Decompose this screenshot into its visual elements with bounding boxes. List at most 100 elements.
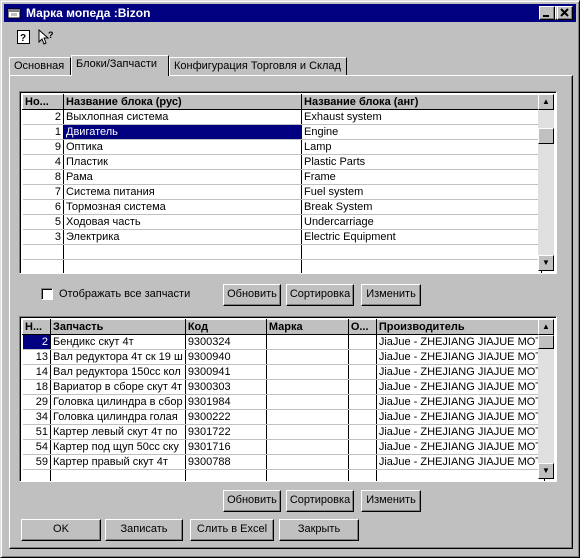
cell-number[interactable]: 9 (22, 139, 64, 155)
tab-blocks-parts[interactable]: Блоки/Запчасти (71, 55, 169, 76)
cell-brand[interactable] (266, 409, 349, 425)
cell-name-rus[interactable]: Тормозная система (63, 199, 302, 215)
cell-part[interactable]: Головка цилиндра в сбор (50, 394, 186, 410)
cell-manufacturer[interactable]: JiaJue - ZHEJIANG JIAJUE MOT (376, 409, 546, 425)
cell-name-rus[interactable]: Выхлопная система (63, 109, 302, 125)
whats-this-icon[interactable]: ? (38, 28, 56, 47)
cell-name-eng[interactable]: Exhaust system (301, 109, 542, 125)
cell-code[interactable]: 9300324 (185, 334, 267, 350)
cell-name-eng[interactable] (301, 244, 542, 260)
table-row[interactable]: 59 Картер правый скут 4т 9300788 JiaJue - Z… (22, 454, 546, 470)
column-header-code[interactable]: Код (184, 319, 267, 335)
table-row[interactable]: 34 Головка цилиндра голая 9300222 JiaJue - … (22, 409, 546, 425)
cell-o[interactable] (348, 439, 377, 455)
help-icon[interactable]: ? (16, 29, 34, 47)
app-icon[interactable] (7, 6, 21, 20)
cell-number[interactable] (22, 469, 51, 481)
cell-part[interactable]: Картер левый скут 4т по (50, 424, 186, 440)
cell-o[interactable] (348, 394, 377, 410)
scroll-up-icon[interactable]: ▲ (538, 94, 554, 110)
cell-name-rus[interactable]: Система питания (63, 184, 302, 200)
table-row[interactable]: 14 Вал редуктора 150сс кол 9300941 JiaJue -… (22, 364, 546, 380)
table-row[interactable]: 18 Вариатор в сборе скут 4т 9300303 JiaJue … (22, 379, 546, 395)
table-row[interactable]: 3 Электрика Electric Equipment (22, 229, 542, 245)
cell-o[interactable] (348, 454, 377, 470)
column-header-number[interactable]: Но... (22, 94, 64, 110)
cell-number[interactable]: 51 (22, 424, 51, 440)
cell-number[interactable]: 34 (22, 409, 51, 425)
show-all-parts-label[interactable]: Отображать все запчасти (59, 288, 190, 300)
scroll-thumb[interactable] (538, 128, 554, 144)
blocks-grid[interactable]: Но... Название блока (рус) Название блок… (19, 91, 557, 274)
blocks-sort-button[interactable]: Сортировка (286, 284, 354, 306)
cell-name-rus[interactable]: Ходовая часть (63, 214, 302, 230)
cell-manufacturer[interactable]: JiaJue - ZHEJIANG JIAJUE MOT (376, 379, 546, 395)
column-header-o[interactable]: О... (347, 319, 377, 335)
cell-manufacturer[interactable]: JiaJue - ZHEJIANG JIAJUE MOT (376, 334, 546, 350)
column-header-brand[interactable]: Марка (265, 319, 349, 335)
cell-part[interactable]: Вариатор в сборе скут 4т (50, 379, 186, 395)
cell-number[interactable]: 14 (22, 364, 51, 380)
cell-manufacturer[interactable] (376, 469, 546, 481)
cell-name-eng[interactable]: Undercarriage (301, 214, 542, 230)
cell-o[interactable] (348, 469, 377, 481)
cell-number[interactable]: 13 (22, 349, 51, 365)
cell-number[interactable]: 2 (22, 109, 64, 125)
cell-manufacturer[interactable]: JiaJue - ZHEJIANG JIAJUE MOT (376, 349, 546, 365)
column-header-number[interactable]: Н... (22, 319, 51, 335)
parts-scrollbar[interactable]: ▲ ▼ (538, 319, 554, 479)
table-row[interactable]: 5 Ходовая часть Undercarriage (22, 214, 542, 230)
show-all-parts-checkbox[interactable] (41, 288, 53, 300)
scroll-down-icon[interactable]: ▼ (538, 255, 554, 271)
cell-name-rus[interactable]: Оптика (63, 139, 302, 155)
parts-grid[interactable]: Н... Запчасть Код Марка О... Производите… (19, 316, 557, 482)
cell-name-eng[interactable]: Plastic Parts (301, 154, 542, 170)
cell-part[interactable]: Картер правый скут 4т (50, 454, 186, 470)
cell-number[interactable]: 5 (22, 214, 64, 230)
cell-o[interactable] (348, 424, 377, 440)
table-row[interactable]: 2 Выхлопная система Exhaust system (22, 109, 542, 125)
cell-brand[interactable] (266, 394, 349, 410)
cell-number[interactable]: 4 (22, 154, 64, 170)
cell-code[interactable]: 9300941 (185, 364, 267, 380)
minimize-icon[interactable] (539, 6, 555, 20)
cell-number[interactable]: 1 (22, 124, 64, 140)
cell-brand[interactable] (266, 349, 349, 365)
cell-brand[interactable] (266, 454, 349, 470)
cell-o[interactable] (348, 349, 377, 365)
blocks-scrollbar[interactable]: ▲ ▼ (538, 94, 554, 271)
close-button[interactable]: Закрыть (279, 519, 359, 541)
cell-part[interactable]: Головка цилиндра голая (50, 409, 186, 425)
cell-manufacturer[interactable]: JiaJue - ZHEJIANG JIAJUE MOT (376, 454, 546, 470)
cell-part[interactable]: Вал редуктора 150сс кол (50, 364, 186, 380)
table-row[interactable]: 6 Тормозная система Break System (22, 199, 542, 215)
column-header-manufacturer[interactable]: Производитель (375, 319, 546, 335)
cell-part[interactable] (50, 469, 186, 481)
table-row[interactable] (22, 244, 542, 260)
scroll-down-icon[interactable]: ▼ (538, 463, 554, 479)
cell-brand[interactable] (266, 424, 349, 440)
cell-o[interactable] (348, 409, 377, 425)
cell-name-rus[interactable] (63, 244, 302, 260)
table-row[interactable]: 7 Система питания Fuel system (22, 184, 542, 200)
cell-code[interactable] (185, 469, 267, 481)
table-row[interactable]: 8 Рама Frame (22, 169, 542, 185)
blocks-edit-button[interactable]: Изменить (361, 284, 421, 306)
blocks-refresh-button[interactable]: Обновить (223, 284, 281, 306)
cell-number[interactable]: 54 (22, 439, 51, 455)
cell-code[interactable]: 9301984 (185, 394, 267, 410)
table-row[interactable]: 13 Вал редуктора 4т ск 19 ш 9300940 JiaJue … (22, 349, 546, 365)
cell-name-eng[interactable]: Lamp (301, 139, 542, 155)
cell-brand[interactable] (266, 469, 349, 481)
cell-name-eng[interactable]: Break System (301, 199, 542, 215)
cell-brand[interactable] (266, 439, 349, 455)
cell-manufacturer[interactable]: JiaJue - ZHEJIANG JIAJUE MOT (376, 424, 546, 440)
table-row[interactable]: 1 Двигатель Engine (22, 124, 542, 140)
tab-config-trade-warehouse[interactable]: Конфигурация Торговля и Склад (169, 57, 347, 75)
cell-name-eng[interactable] (301, 259, 542, 273)
cell-name-rus[interactable]: Электрика (63, 229, 302, 245)
parts-edit-button[interactable]: Изменить (361, 490, 421, 512)
cell-number[interactable] (22, 244, 64, 260)
table-row[interactable]: 51 Картер левый скут 4т по 9301722 JiaJue -… (22, 424, 546, 440)
save-button[interactable]: Записать (105, 519, 183, 541)
